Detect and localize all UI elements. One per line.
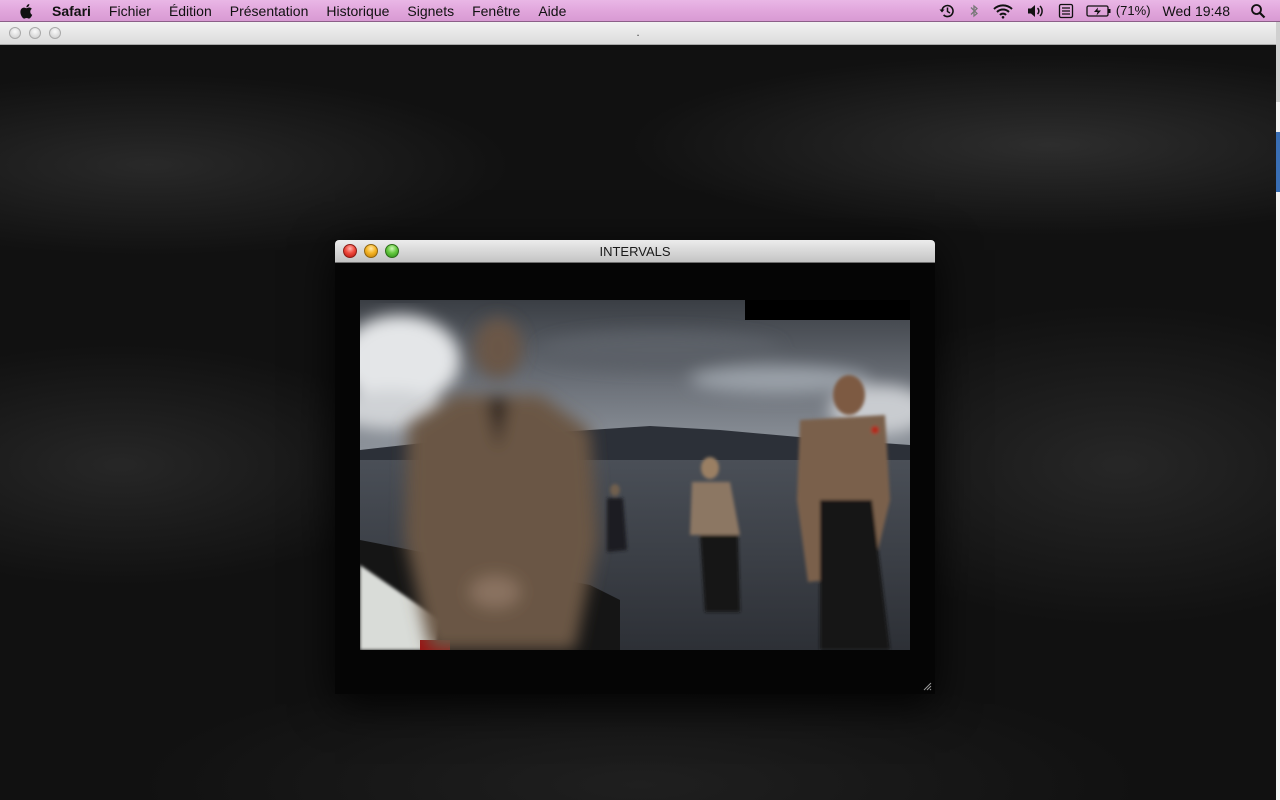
menu-safari[interactable]: Safari xyxy=(50,0,100,22)
menu-bar: Safari Fichier Édition Présentation Hist… xyxy=(0,0,1280,22)
battery-icon xyxy=(1086,4,1111,17)
resize-handle-icon[interactable] xyxy=(923,682,932,691)
wifi-icon[interactable] xyxy=(992,3,1014,19)
safari-window-titlebar[interactable]: . xyxy=(0,22,1276,45)
menu-clock[interactable]: Wed 19:48 xyxy=(1163,3,1230,19)
safari-window-title: . xyxy=(636,25,640,39)
menu-aide[interactable]: Aide xyxy=(529,0,575,22)
battery-status[interactable]: (71%) xyxy=(1086,3,1151,18)
menu-edition[interactable]: Édition xyxy=(160,0,221,22)
status-menus: (71%) Wed 19:48 xyxy=(932,0,1280,21)
video-scene-image xyxy=(360,300,910,650)
keyboard-input-icon[interactable] xyxy=(1058,3,1074,19)
menu-presentation[interactable]: Présentation xyxy=(221,0,318,22)
intervals-window: INTERVALS xyxy=(335,240,935,694)
video-frame[interactable] xyxy=(360,300,910,650)
battery-percent: (71%) xyxy=(1115,3,1151,18)
menu-fichier[interactable]: Fichier xyxy=(100,0,160,22)
menu-fenetre[interactable]: Fenêtre xyxy=(463,0,529,22)
bluetooth-icon[interactable] xyxy=(968,3,980,19)
intervals-window-titlebar[interactable]: INTERVALS xyxy=(335,240,935,263)
menu-signets[interactable]: Signets xyxy=(398,0,463,22)
background-window-edge xyxy=(1276,22,1280,800)
apple-logo-icon[interactable] xyxy=(18,2,36,20)
intervals-window-title: INTERVALS xyxy=(599,244,671,259)
spotlight-icon[interactable] xyxy=(1250,3,1266,19)
menu-historique[interactable]: Historique xyxy=(317,0,398,22)
time-machine-icon[interactable] xyxy=(938,3,956,19)
volume-icon[interactable] xyxy=(1026,3,1046,19)
